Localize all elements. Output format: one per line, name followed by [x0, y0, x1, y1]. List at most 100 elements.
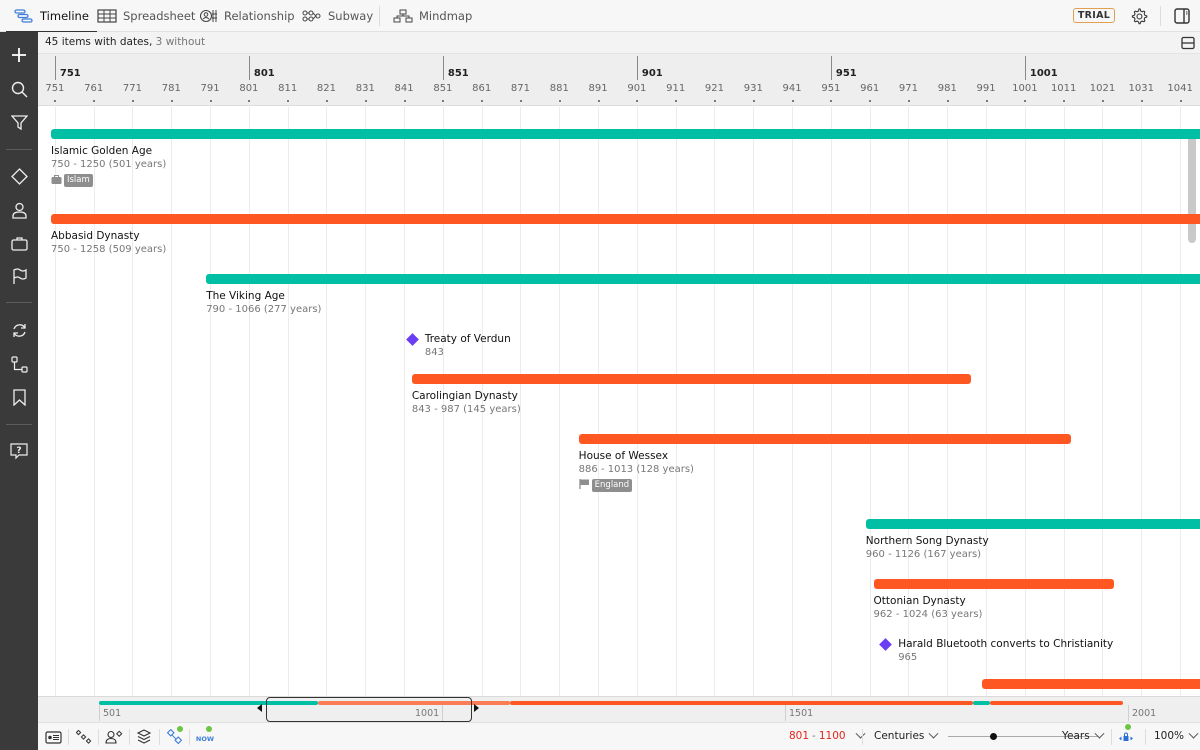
layers-icon[interactable] — [135, 728, 153, 746]
minor-tick-label: 821 — [316, 83, 337, 94]
duration-bar[interactable] — [982, 679, 1200, 689]
minor-tick-label: 1011 — [1050, 83, 1077, 94]
refresh-icon[interactable] — [9, 320, 29, 340]
visible-range-dropdown[interactable]: 801 - 1100 — [789, 728, 866, 742]
divider — [98, 729, 99, 745]
zoom-percent-dropdown[interactable]: 100% — [1154, 728, 1199, 742]
chevron-down-icon — [855, 728, 866, 739]
info-bar: 45 items with dates, 3 without — [38, 32, 1200, 54]
gear-icon[interactable] — [1129, 6, 1149, 26]
trial-badge[interactable]: TRIAL — [1073, 8, 1115, 23]
timeline-canvas[interactable]: Islamic Golden Age 750 - 1250 (501 years)… — [38, 107, 1200, 696]
diamond-icon[interactable] — [9, 166, 29, 186]
item-dates: 843 — [424, 347, 444, 358]
minor-tick — [1179, 100, 1182, 102]
grid-line — [54, 107, 56, 696]
minor-tick — [1140, 100, 1143, 102]
scroll-right-handle[interactable] — [474, 704, 479, 712]
item-dates: 790 - 1066 (277 years) — [206, 304, 322, 315]
overview-navigator[interactable]: 501 1001 1501 2001 — [38, 696, 1200, 722]
tag-badge[interactable]: Islam — [64, 174, 93, 187]
overview-tick — [785, 705, 786, 721]
item-title: House of Wessex — [578, 450, 669, 462]
grid-line — [287, 107, 289, 696]
help-icon[interactable]: ? — [9, 441, 29, 461]
item-dates: 843 - 987 (145 years) — [411, 404, 521, 415]
filter-icon[interactable] — [9, 112, 29, 132]
vertical-scrollbar[interactable] — [1188, 133, 1196, 243]
minor-tick-label: 851 — [433, 83, 453, 94]
briefcase-icon[interactable] — [9, 233, 29, 253]
person-icon[interactable] — [9, 200, 29, 220]
duration-bar[interactable] — [411, 374, 971, 384]
scroll-left-handle[interactable] — [257, 704, 262, 712]
duration-bar[interactable] — [51, 214, 1200, 224]
briefcase-icon — [51, 174, 62, 187]
bookmark-icon[interactable] — [9, 387, 29, 407]
milestone-diamond-icon[interactable] — [879, 638, 893, 651]
milestone-diamond-icon[interactable] — [405, 333, 419, 346]
chevron-down-icon — [1094, 728, 1105, 739]
tab-timeline[interactable]: Timeline — [6, 0, 97, 33]
time-ruler[interactable]: 751 801 851 901 951 1001 751 761 771 781 791 801 811… — [38, 54, 1200, 106]
flag-icon — [579, 479, 590, 492]
major-tick-label: 951 — [835, 68, 857, 79]
collapse-panel-icon[interactable] — [1181, 36, 1195, 50]
tab-spreadsheet[interactable]: Spreadsheet — [97, 0, 195, 32]
card-view-icon[interactable] — [44, 728, 62, 746]
items-without-dates-link[interactable]: 3 without — [156, 36, 206, 48]
search-icon[interactable] — [9, 79, 29, 99]
plus-icon[interactable] — [9, 45, 29, 65]
major-tick — [442, 56, 444, 80]
minor-tick — [985, 100, 988, 102]
minor-tick — [791, 100, 794, 102]
connection-icon[interactable] — [9, 354, 29, 374]
divider — [6, 302, 32, 303]
minor-tick — [752, 100, 755, 102]
tab-subway[interactable]: Subway — [302, 0, 373, 32]
minor-tick-label: 801 — [239, 83, 259, 94]
divider — [1145, 729, 1146, 745]
major-tick-label: 1001 — [1029, 68, 1058, 79]
minor-tick-label: 791 — [200, 83, 220, 94]
grid-line — [947, 107, 949, 696]
scatter-icon[interactable] — [75, 728, 93, 746]
duration-bar[interactable] — [865, 519, 1200, 529]
grid-line — [675, 107, 677, 696]
item-dates: 750 - 1258 (509 years) — [51, 244, 167, 255]
duration-bar[interactable] — [51, 129, 1200, 139]
minor-tick — [597, 100, 600, 102]
minor-tick-label: 751 — [45, 83, 65, 94]
minor-tick — [519, 100, 522, 102]
now-icon[interactable]: NOW — [195, 728, 215, 746]
duration-bar[interactable] — [206, 274, 1200, 284]
left-sidebar: ? — [0, 32, 38, 750]
minor-tick-label: 781 — [161, 83, 181, 94]
tab-mindmap[interactable]: Mindmap — [393, 0, 472, 32]
scale-min-dropdown[interactable]: Centuries — [874, 728, 939, 742]
flag-icon[interactable] — [9, 266, 29, 286]
mindmap-icon — [393, 9, 413, 23]
minor-tick — [325, 100, 328, 102]
overview-visible-window[interactable] — [266, 697, 472, 722]
minor-tick — [481, 100, 484, 102]
duration-bar[interactable] — [873, 579, 1115, 589]
sidebar-panel-icon[interactable] — [1172, 6, 1192, 26]
tag-badge[interactable]: England — [591, 479, 633, 492]
duration-bar[interactable] — [578, 434, 1072, 444]
minor-tick-label: 1031 — [1128, 83, 1154, 94]
item-title: Harald Bluetooth converts to Christianit… — [898, 638, 1114, 650]
minor-tick-label: 811 — [278, 83, 298, 94]
overview-tick-label: 501 — [103, 708, 122, 719]
active-indicator — [177, 726, 183, 732]
overview-bar — [972, 701, 991, 705]
major-tick — [636, 56, 638, 80]
minor-tick-label: 861 — [472, 83, 492, 94]
scale-max-dropdown[interactable]: Years — [1062, 728, 1105, 742]
active-indicator — [1125, 724, 1131, 730]
lock-scroll-icon[interactable] — [1117, 728, 1135, 746]
tab-relationship[interactable]: Relationship — [200, 0, 295, 32]
minor-tick — [170, 100, 173, 102]
people-groups-icon[interactable] — [105, 728, 123, 746]
zoom-slider-handle[interactable] — [990, 733, 997, 740]
